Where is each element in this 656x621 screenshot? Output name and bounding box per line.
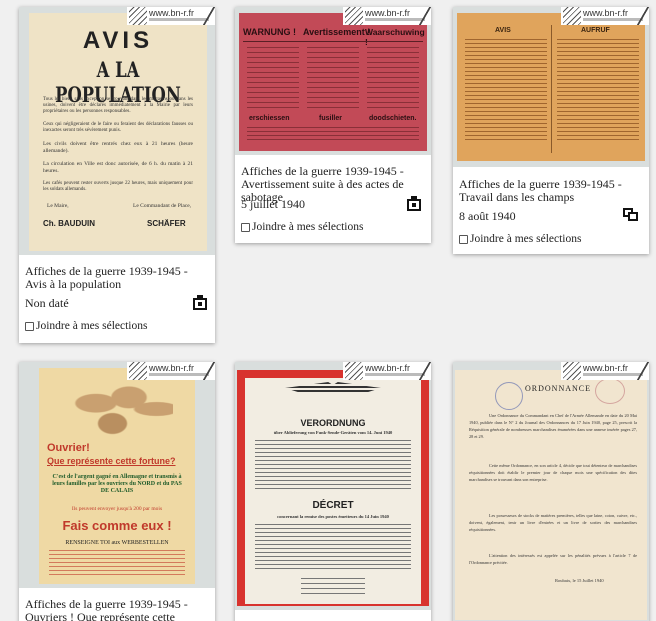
poster-text: La circulation en Ville est donc autoris… [43,161,193,174]
add-to-selection-label: Joindre à mes sélections [470,233,582,245]
poster-text: Les cafés peuvent rester ouverts jusque … [43,181,193,192]
poster-text: Les civils doivent être rentrés chez eux… [43,141,193,154]
poster-text: Roubaix, le 15 Juillet 1940 [555,578,604,583]
watermark-badge: www.bn-r.fr [127,362,215,380]
poster-text: Tous les biens sans exception se trouvan… [43,97,193,114]
poster-image: VERORDNUNG über Ablieferung von Funk-Sen… [237,370,429,606]
poster-text: Le Maire, [47,203,69,209]
add-to-selection[interactable]: Joindre à mes sélections [25,320,147,332]
poster-text: über Ablieferung von Funk-Sende-Geräten … [273,430,393,435]
watermark-badge: www.bn-r.fr [343,7,431,25]
poster-image: WARNUNG ! Avertissement ! Waarschuwing !… [239,13,427,151]
poster-text: DÉCRET [312,500,354,511]
single-document-icon [407,196,421,211]
poster-text: ORDONNANCE [525,384,591,393]
poster-text: Les possesseurs de stocks de matières pr… [469,513,637,532]
poster-text: Ceux qui négligeraient de le faire ou fe… [43,122,193,133]
eagle-emblem [285,382,381,412]
add-to-selection-checkbox[interactable] [459,234,468,244]
poster-text: Ch. BAUDUIN [43,219,95,228]
add-to-selection[interactable]: Joindre à mes sélections [459,233,581,245]
poster-text: Une Ordonnance du Commandant en Chef de … [469,413,637,439]
card-thumbnail[interactable]: ORDONNANCE Une Ordonnance du Commandant … [453,362,649,621]
card-thumbnail[interactable]: Ouvrier! Que représente cette fortune? C… [19,362,215,588]
poster-image: AVIS A LA POPULATION Tous les biens sans… [29,13,207,251]
watermark-badge: www.bn-r.fr [561,362,649,380]
card-date: Non daté [25,296,69,310]
add-to-selection[interactable]: Joindre à mes sélections [241,221,363,233]
result-card[interactable]: Ouvrier! Que représente cette fortune? C… [19,362,215,621]
result-card[interactable]: ORDONNANCE Une Ordonnance du Commandant … [453,362,649,621]
card-thumbnail[interactable]: WARNUNG ! Avertissement ! Waarschuwing !… [235,7,431,155]
poster-image: ORDONNANCE Une Ordonnance du Commandant … [455,370,647,620]
poster-heading: AVIS [82,27,154,54]
result-card[interactable]: AVIS AUFRUF www.bn-r.fr Affiches de la g… [453,7,649,254]
poster-text: AUFRUF [581,27,610,34]
card-thumbnail[interactable]: AVIS A LA POPULATION Tous les biens sans… [19,7,215,255]
poster-text: Que représente cette fortune? [47,456,176,466]
add-to-selection-label: Joindre à mes sélections [36,320,148,332]
poster-text: Fais comme eux ! [62,518,172,533]
poster-text: doodschieten. [369,115,417,122]
watermark-badge: www.bn-r.fr [561,7,649,25]
result-card[interactable]: VERORDNUNG über Ablieferung von Funk-Sen… [235,362,431,621]
single-document-icon [193,295,207,310]
poster-image: AVIS AUFRUF [457,13,645,161]
add-to-selection-label: Joindre à mes sélections [252,221,364,233]
add-to-selection-checkbox[interactable] [25,321,34,331]
card-title[interactable]: Affiches de la guerre 1939-1945 - Ouvrie… [25,598,209,621]
watermark-badge: www.bn-r.fr [127,7,215,25]
result-card[interactable]: WARNUNG ! Avertissement ! Waarschuwing !… [235,7,431,243]
stamp-mark [595,378,625,404]
card-thumbnail[interactable]: AVIS AUFRUF www.bn-r.fr [453,7,649,167]
poster-text: Waarschuwing ! [365,27,425,47]
poster-text: C'est de l'argent gagné en Allemagne et … [52,474,182,494]
card-thumbnail[interactable]: VERORDNUNG über Ablieferung von Funk-Sen… [235,362,431,610]
card-title[interactable]: Affiches de la guerre 1939-1945 - Travai… [459,178,643,204]
stamp-mark [495,382,523,410]
add-to-selection-checkbox[interactable] [241,222,250,232]
card-title[interactable]: Affiches de la guerre 1939-1945 - Avis à… [25,265,209,291]
poster-text: SCHÄFER [147,219,186,228]
poster-text: erschiessen [249,115,290,122]
poster-text: Cette même Ordonnance, en son article 4,… [469,463,637,482]
poster-image: Ouvrier! Que représente cette fortune? C… [39,368,195,584]
poster-text: RENSEIGNE TOI aux WERBESTELLEN [65,540,169,546]
poster-text: AVIS [495,27,511,34]
poster-text: fusiller [319,115,342,122]
money-illustration [63,380,173,438]
poster-text: Le Commandant de Place, [133,203,192,209]
card-date: 8 août 1940 [459,209,516,223]
multiple-documents-icon [623,208,639,222]
poster-text: concernant la remise des postes émetteur… [277,514,389,519]
poster-text: Ouvrier! [47,442,90,454]
watermark-badge: www.bn-r.fr [343,362,431,380]
poster-text: Avertissement ! [303,27,371,37]
poster-text: WARNUNG ! [243,27,296,37]
poster-text: VERORDNUNG [300,418,366,428]
card-date: 5 juillet 1940 [241,197,305,211]
poster-text: L'attention des intéressés est appelée s… [469,553,637,565]
result-card[interactable]: AVIS A LA POPULATION Tous les biens sans… [19,7,215,343]
poster-text: Ils peuvent envoyer jusqu'à 200 par mois [71,506,163,512]
